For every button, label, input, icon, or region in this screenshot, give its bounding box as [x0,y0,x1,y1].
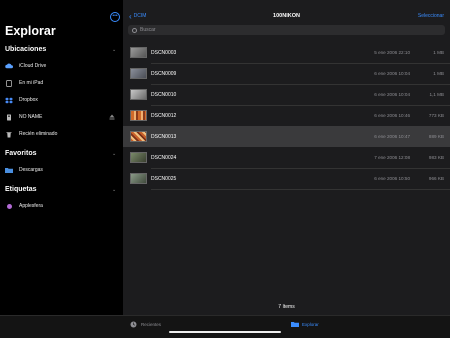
search-field[interactable]: Buscar [128,25,445,35]
sidebar: ••• Explorar Ubicaciones ⌄ iCloud Drive … [0,0,124,315]
file-browser-pane: ‹ DCIM 100NIKON Seleccionar Buscar DSCN0… [123,0,450,315]
sidebar-item-no-name[interactable]: NO NAME [5,111,117,123]
tab-recents[interactable]: Recientes [130,321,161,328]
drive-icon [5,114,13,121]
sidebar-item-icloud-drive[interactable]: iCloud Drive [5,60,117,72]
file-size: 983 KB [428,155,444,160]
chevron-down-icon[interactable]: ⌄ [112,47,116,53]
file-list: DSCN0003 5 ene 2006 22:10 1 MB DSCN0009 … [123,42,450,189]
file-thumbnail [130,110,147,121]
clock-icon [130,321,137,328]
file-size: 1,1 MB [429,92,444,97]
home-indicator[interactable] [169,331,281,333]
file-thumbnail [130,47,147,58]
sidebar-item-dropbox[interactable]: Dropbox [5,94,117,106]
file-date: 5 ene 2006 22:10 [374,50,410,55]
file-name: DSCN0013 [151,134,177,140]
file-thumbnail [130,152,147,163]
file-date: 7 ene 2006 12:08 [374,155,410,160]
folder-title: 100NIKON [273,13,300,19]
file-thumbnail [130,89,147,100]
sidebar-item-label: NO NAME [19,114,43,120]
file-size: 1 MB [433,50,444,55]
sidebar-title: Explorar [5,24,56,38]
search-placeholder: Buscar [140,27,156,33]
file-row-selected[interactable]: DSCN0013 6 ene 2006 10:47 889 KB [123,126,450,147]
file-size: 889 KB [428,134,444,139]
file-row[interactable]: DSCN0024 7 ene 2006 12:08 983 KB [123,147,450,168]
purple-tag-dot [5,203,13,210]
tab-label: Explorar [302,322,319,327]
sidebar-item-label: iCloud Drive [19,63,47,69]
file-row[interactable]: DSCN0003 5 ene 2006 22:10 1 MB [123,42,450,63]
trash-icon [5,131,13,138]
dropbox-icon [5,97,13,104]
file-size: 773 KB [428,113,444,118]
file-name: DSCN0009 [151,71,177,77]
sidebar-item-label: Applesfera [19,203,43,209]
file-row[interactable]: DSCN0012 6 ene 2006 10:46 773 KB [123,105,450,126]
section-header-locations[interactable]: Ubicaciones [5,46,46,53]
sidebar-item-descargas[interactable]: Descargas [5,164,117,176]
sidebar-item-label: Recién eliminado [19,131,58,137]
chevron-down-icon[interactable]: ⌄ [112,187,116,193]
file-thumbnail [130,173,147,184]
chevron-down-icon[interactable]: ⌄ [112,151,116,157]
sidebar-item-label: Descargas [19,167,43,173]
file-name: DSCN0003 [151,50,177,56]
file-thumbnail [130,68,147,79]
search-icon [132,27,137,33]
tab-label: Recientes [141,322,162,327]
file-thumbnail [130,131,147,142]
file-row[interactable]: DSCN0010 6 ene 2006 10:04 1,1 MB [123,84,450,105]
more-options-button[interactable]: ••• [110,12,120,22]
tab-bar: Recientes Explorar [0,315,450,338]
file-date: 6 ene 2006 10:47 [374,134,410,139]
file-size: 966 KB [428,176,444,181]
sidebar-item-label: En mi iPad [19,80,44,86]
section-header-favorites[interactable]: Favoritos [5,150,37,157]
cloud-icon [5,63,13,70]
file-date: 6 ene 2006 10:46 [374,113,410,118]
file-size: 1 MB [433,71,444,76]
ipad-icon [5,79,13,87]
sidebar-item-applesfera[interactable]: Applesfera [5,200,117,212]
file-date: 6 ene 2006 10:04 [374,92,410,97]
section-header-tags[interactable]: Etiquetas [5,186,37,193]
item-count: 7 ítems [278,304,295,310]
folder-icon [291,321,299,328]
file-date: 6 ene 2006 10:50 [374,176,410,181]
file-date: 6 ene 2006 10:04 [374,71,410,76]
sidebar-item-recently-deleted[interactable]: Recién eliminado [5,128,117,140]
sidebar-item-en-mi-ipad[interactable]: En mi iPad [5,77,117,89]
tab-browse[interactable]: Explorar [291,321,319,328]
divider [151,188,450,189]
folder-icon [5,167,13,174]
file-name: DSCN0012 [151,113,177,119]
file-row[interactable]: DSCN0009 6 ene 2006 10:04 1 MB [123,63,450,84]
select-button[interactable]: Seleccionar [418,13,444,19]
file-name: DSCN0010 [151,92,177,98]
sidebar-item-label: Dropbox [19,97,38,103]
file-row[interactable]: DSCN0025 6 ene 2006 10:50 966 KB [123,168,450,189]
file-name: DSCN0025 [151,176,177,182]
eject-icon[interactable] [109,114,115,122]
file-name: DSCN0024 [151,155,177,161]
